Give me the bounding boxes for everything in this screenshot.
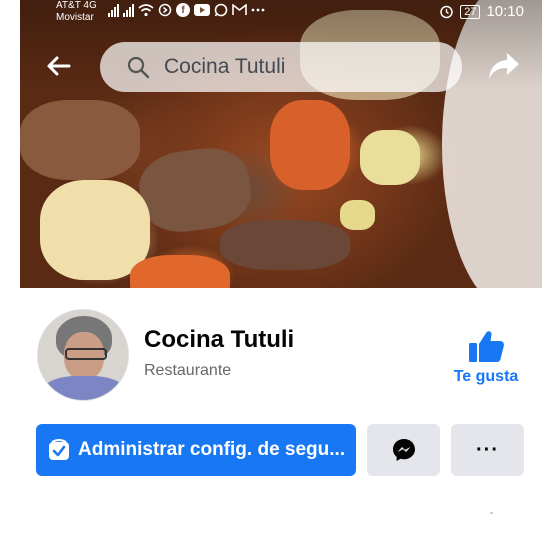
profile-glasses (65, 348, 107, 360)
cover-detail (220, 220, 350, 270)
page-category[interactable]: Restaurante (144, 362, 231, 380)
cover-detail (340, 200, 375, 230)
status-time: 10:10 (486, 3, 524, 20)
like-button[interactable]: Te gusta (446, 330, 526, 394)
carrier-line-2: Movistar (56, 12, 94, 23)
youtube-icon (194, 4, 210, 16)
status-right: 27 10:10 (439, 3, 524, 20)
cover-detail (270, 100, 350, 190)
messenger-button[interactable] (367, 424, 440, 476)
signal-icon (108, 3, 119, 17)
frame-left (0, 0, 20, 288)
gmail-icon (232, 4, 247, 15)
top-nav: Cocina Tutuli (20, 40, 542, 92)
back-arrow-icon (47, 56, 71, 76)
sync-icon (158, 3, 172, 17)
signal-icon (123, 3, 134, 17)
share-button[interactable] (486, 48, 522, 84)
carrier-info: AT&T 4G Movistar (56, 0, 97, 24)
whatsapp-icon (214, 3, 228, 17)
battery-icon: 27 (460, 4, 481, 19)
shield-check-icon (48, 438, 70, 462)
facebook-icon: f (176, 3, 190, 17)
messenger-icon (392, 439, 415, 461)
thumbs-up-icon (469, 331, 504, 362)
manage-settings-label: Administrar config. de segu... (78, 439, 346, 460)
cover-detail (360, 130, 420, 185)
more-options-button[interactable]: ··· (451, 424, 524, 476)
manage-settings-button[interactable]: Administrar config. de segu... (36, 424, 356, 476)
profile-picture[interactable] (37, 309, 129, 401)
search-text: Cocina Tutuli (164, 55, 286, 78)
cover-detail (20, 100, 140, 180)
cover-detail (134, 142, 256, 238)
page-name: Cocina Tutuli (144, 326, 295, 353)
profile-shirt (42, 376, 126, 400)
search-bar[interactable]: Cocina Tutuli (100, 42, 462, 92)
divider-mark (490, 512, 493, 514)
status-bar: AT&T 4G Movistar f 27 10:10 (20, 0, 542, 28)
search-icon (126, 55, 150, 79)
status-icons: f (108, 3, 265, 17)
more-icon: ··· (476, 439, 499, 461)
like-label: Te gusta (453, 368, 519, 385)
frame-right (542, 0, 560, 288)
share-icon (489, 53, 519, 79)
carrier-line-1: AT&T 4G (56, 0, 97, 11)
cover-detail (130, 255, 230, 288)
back-button[interactable] (42, 50, 74, 82)
alarm-icon (440, 5, 453, 19)
more-icon (251, 8, 265, 12)
wifi-icon (138, 4, 154, 17)
